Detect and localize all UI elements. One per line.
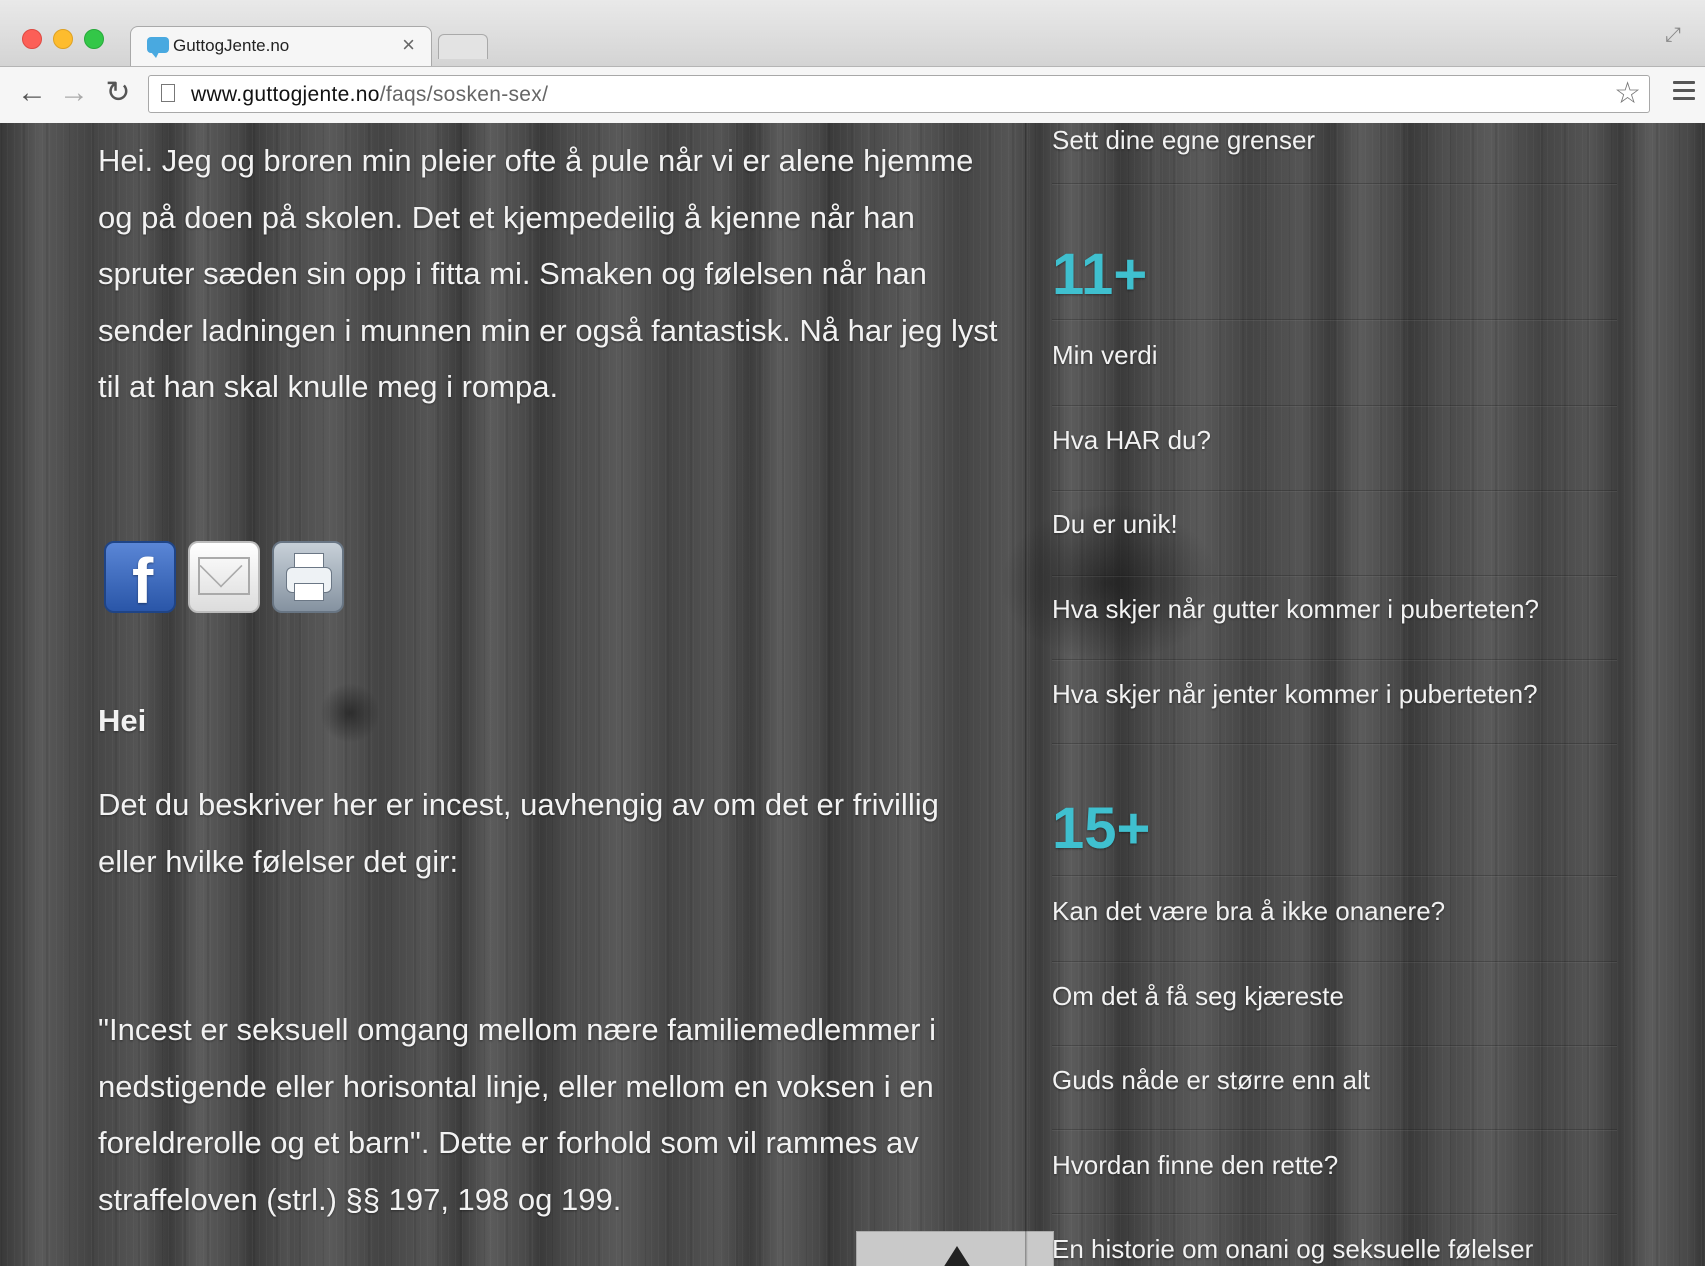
address-bar[interactable]: www.guttogjente.no/faqs/sosken-sex/ ☆ [148,75,1650,113]
close-window-button[interactable] [22,29,42,49]
sidebar-divider [1025,123,1028,1266]
question-text: Hei. Jeg og broren min pleier ofte å pul… [98,143,998,404]
facebook-share-button[interactable]: f [104,541,176,613]
sidebar-link[interactable]: Hva HAR du? [1052,425,1617,455]
sidebar-link[interactable]: Du er unik! [1052,509,1617,539]
page-viewport: Hei. Jeg og broren min pleier ofte å pul… [0,123,1705,1266]
browser-toolbar: ← → ↻ www.guttogjente.no/faqs/sosken-sex… [0,66,1705,124]
sidebar-link[interactable]: Sett dine egne grenser [1052,125,1617,155]
answer-paragraph: Det du beskriver her er incest, uavhengi… [98,787,939,879]
tab-strip: GuttogJente.no × ⤢ [0,0,1705,67]
divider [1052,1045,1617,1047]
sidebar-link[interactable]: Kan det være bra å ikke onanere? [1052,896,1617,926]
page-icon [161,84,175,102]
browser-window: GuttogJente.no × ⤢ ← → ↻ www.guttogjente… [0,0,1705,1266]
tab-title: GuttogJente.no [173,36,290,55]
url-host: www.guttogjente.no [191,83,380,106]
article-content: Hei. Jeg og broren min pleier ofte å pul… [98,123,1054,1266]
divider [1052,319,1617,321]
divider [1052,743,1617,745]
divider [1052,875,1617,877]
section-heading-11: 11+ [1052,242,1148,307]
divider [1052,575,1617,577]
divider [1052,1213,1617,1215]
facebook-icon: f [132,545,154,617]
browser-tab[interactable]: GuttogJente.no × [130,26,432,67]
section-heading-15: 15+ [1052,796,1151,861]
email-share-button[interactable] [188,541,260,613]
sidebar-link[interactable]: Min verdi [1052,340,1617,370]
new-tab-button[interactable] [438,34,488,59]
divider [1052,490,1617,492]
divider [1052,183,1617,185]
menu-icon[interactable] [1673,81,1695,101]
sidebar-link[interactable]: En historie om onani og seksuelle følels… [1052,1234,1617,1264]
url-text[interactable]: www.guttogjente.no/faqs/sosken-sex/ [191,83,548,107]
fullscreen-icon[interactable]: ⤢ [1665,24,1687,46]
sidebar-link[interactable]: Hvordan finne den rette? [1052,1150,1617,1180]
sidebar-link[interactable]: Hva skjer når jenter kommer i puberteten… [1052,679,1617,709]
sidebar-link[interactable]: Guds nåde er større enn alt [1052,1065,1617,1095]
bookmark-star-icon[interactable]: ☆ [1614,78,1641,110]
divider [1052,1129,1617,1131]
zoom-window-button[interactable] [84,29,104,49]
divider [1052,405,1617,407]
sidebar-link[interactable]: Om det å få seg kjæreste [1052,981,1617,1011]
forward-arrow-icon[interactable]: → [56,75,92,111]
minimize-window-button[interactable] [53,29,73,49]
url-path: /faqs/sosken-sex/ [379,83,549,106]
sidebar-link[interactable]: Hva skjer når gutter kommer i puberteten… [1052,594,1617,624]
back-arrow-icon[interactable]: ← [14,75,50,111]
close-tab-icon[interactable]: × [402,32,415,57]
speech-bubble-icon [147,37,169,53]
divider [1052,961,1617,963]
answer-heading: Hei [98,703,147,738]
divider [1052,659,1617,661]
wood-knot [320,683,380,743]
reload-icon[interactable]: ↻ [100,75,136,111]
answer-paragraph: "Incest er seksuell omgang mellom nære f… [98,1012,936,1217]
print-button[interactable] [272,541,344,613]
